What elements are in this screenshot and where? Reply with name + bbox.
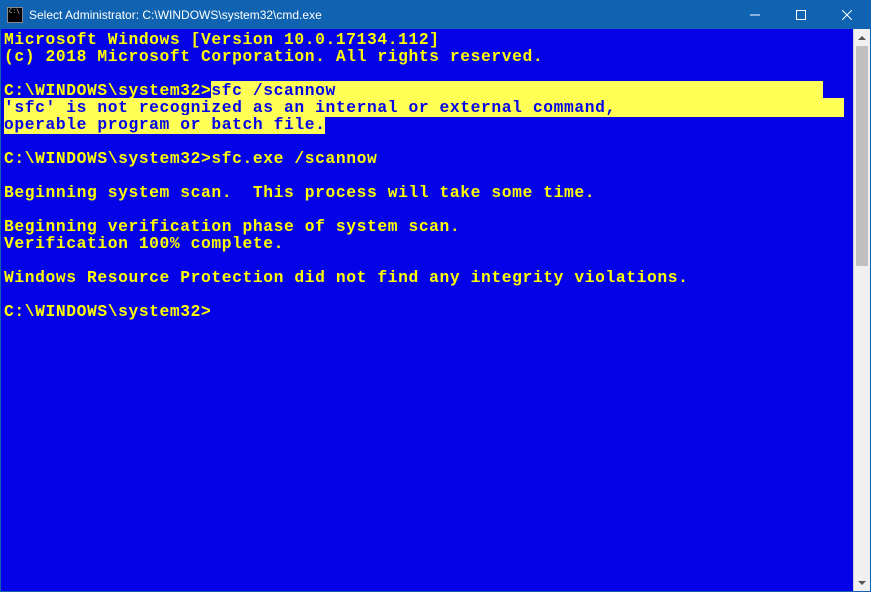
verification-complete-line: Verification 100% complete. — [4, 234, 284, 253]
prompt-2-prefix: C:\WINDOWS\system32> — [4, 149, 211, 168]
cmd-window: Select Administrator: C:\WINDOWS\system3… — [0, 0, 871, 592]
content-area: Microsoft Windows [Version 10.0.17134.11… — [1, 29, 870, 591]
titlebar[interactable]: Select Administrator: C:\WINDOWS\system3… — [1, 1, 870, 29]
copyright-line: (c) 2018 Microsoft Corporation. All righ… — [4, 47, 543, 66]
window-controls — [732, 1, 870, 29]
maximize-button[interactable] — [778, 1, 824, 29]
vertical-scrollbar[interactable] — [853, 29, 870, 591]
terminal-output[interactable]: Microsoft Windows [Version 10.0.17134.11… — [1, 29, 853, 591]
scroll-up-button[interactable] — [854, 29, 870, 46]
prompt-3: C:\WINDOWS\system32> — [4, 302, 211, 321]
scan-begin-line: Beginning system scan. This process will… — [4, 183, 595, 202]
cmd-icon — [7, 7, 23, 23]
close-button[interactable] — [824, 1, 870, 29]
minimize-button[interactable] — [732, 1, 778, 29]
window-title: Select Administrator: C:\WINDOWS\system3… — [29, 8, 732, 22]
chevron-down-icon — [858, 581, 866, 585]
scroll-thumb[interactable] — [856, 46, 868, 266]
scroll-track[interactable] — [854, 46, 870, 574]
prompt-2-command: sfc.exe /scannow — [211, 149, 377, 168]
close-icon — [842, 10, 852, 20]
scroll-down-button[interactable] — [854, 574, 870, 591]
wrp-result-line: Windows Resource Protection did not find… — [4, 268, 688, 287]
error-line-2-highlight: operable program or batch file. — [4, 115, 325, 134]
chevron-up-icon — [858, 36, 866, 40]
minimize-icon — [750, 10, 760, 20]
maximize-icon — [796, 10, 806, 20]
highlight-fill-2 — [616, 98, 844, 117]
